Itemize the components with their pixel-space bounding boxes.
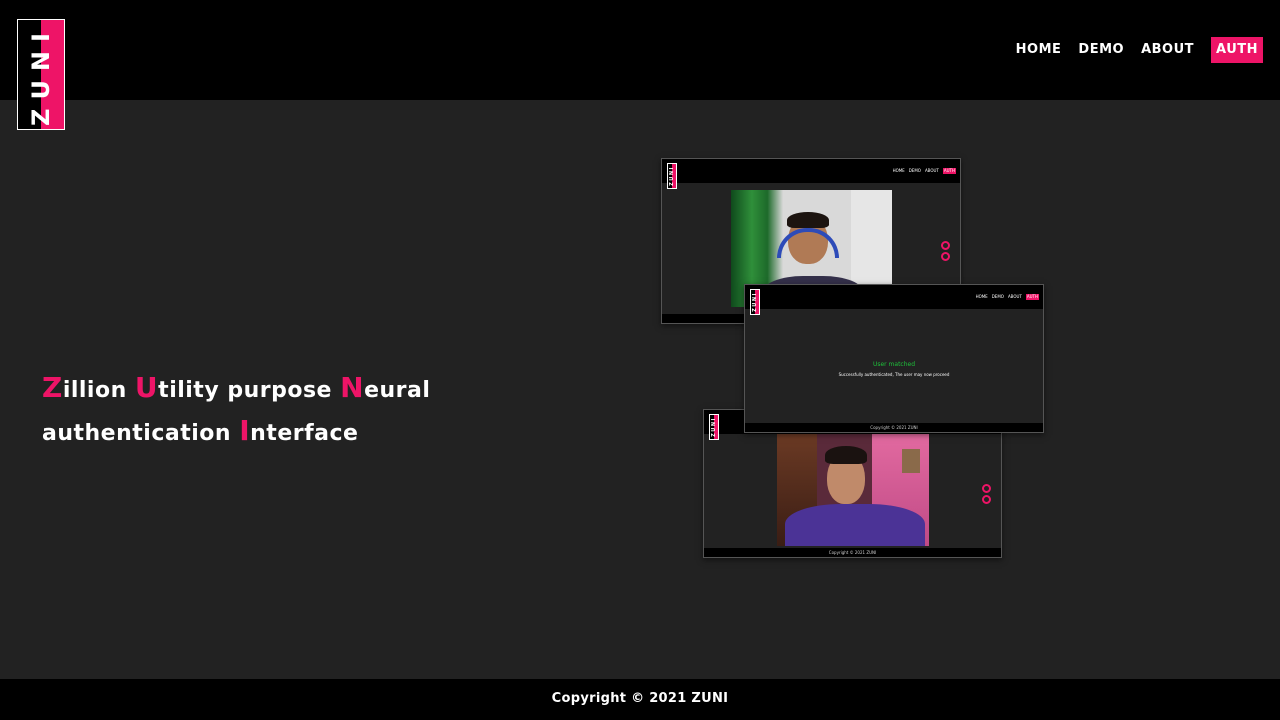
headline-word: eural [364, 378, 431, 403]
headline-accent-letter: Z [42, 371, 63, 404]
main-nav: HOME DEMO ABOUT AUTH [1016, 37, 1263, 63]
headline-word: authentication [42, 421, 240, 446]
headline-accent-letter: N [340, 371, 365, 404]
headline-line-1: Zillion Utility purpose Neural [42, 368, 562, 411]
headline-word: tility purpose [158, 378, 341, 403]
preview-header: ZUNI HOME DEMO ABOUT AUTH [662, 159, 960, 189]
preview-footer: Copyright © 2021 ZUNI [704, 548, 1001, 557]
preview-logo: ZUNI [667, 163, 677, 189]
nav-home[interactable]: HOME [1016, 37, 1062, 63]
headline-word: nterface [250, 421, 359, 446]
preview-nav: HOME DEMO ABOUT AUTH [892, 168, 956, 174]
preview-logo: ZUNI [709, 414, 719, 440]
logo-text: ZUNI [27, 23, 55, 126]
footer-copyright: Copyright © 2021 ZUNI [551, 691, 729, 706]
nav-auth[interactable]: AUTH [1211, 37, 1263, 63]
nav-demo[interactable]: DEMO [1078, 37, 1124, 63]
preview-camera-icons [940, 241, 950, 261]
zuni-logo[interactable]: ZUNI [17, 19, 65, 130]
preview-footer: Copyright © 2021 ZUNI [745, 423, 1043, 432]
nav-about[interactable]: ABOUT [1141, 37, 1194, 63]
hero-headline: Zillion Utility purpose Neural authentic… [42, 368, 562, 454]
preview-success-screen: ZUNI HOME DEMO ABOUT AUTH User matched S… [744, 284, 1044, 433]
headline-accent-letter: U [134, 371, 159, 404]
headline-word: illion [62, 378, 135, 403]
page-footer: Copyright © 2021 ZUNI [0, 679, 1280, 720]
preview-nav: HOME DEMO ABOUT AUTH [975, 294, 1039, 300]
preview-success-title: User matched [872, 361, 916, 368]
preview-camera-icons [981, 484, 991, 504]
headline-accent-letter: I [239, 414, 251, 447]
headline-line-2: authentication Interface [42, 411, 562, 454]
preview-header: ZUNI HOME DEMO ABOUT AUTH [745, 285, 1043, 315]
webcam-image-2 [777, 434, 929, 546]
preview-success-message: Successfully authenticated, The user may… [838, 372, 950, 377]
preview-logo: ZUNI [750, 289, 760, 315]
top-header: HOME DEMO ABOUT AUTH [0, 0, 1280, 100]
